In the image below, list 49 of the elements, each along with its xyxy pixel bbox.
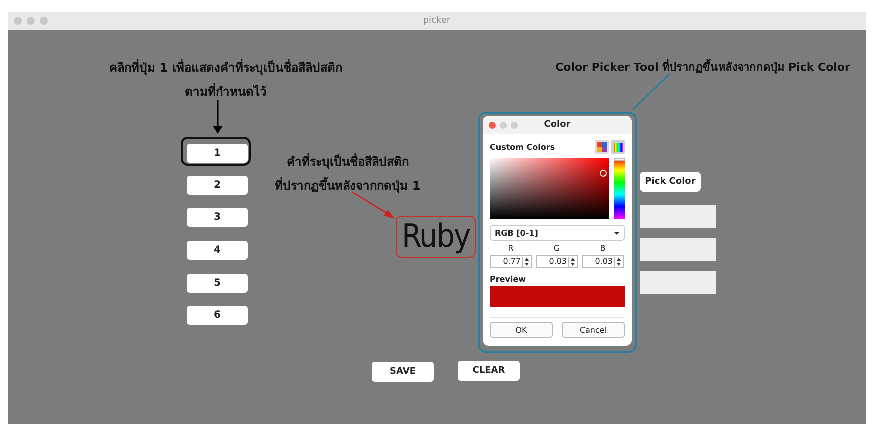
arrow — [213, 100, 223, 134]
mode-dropdown[interactable]: RGB [0-1] — [490, 225, 625, 241]
save-button[interactable]: SAVE — [372, 362, 434, 382]
minimize-dot-icon[interactable] — [27, 17, 35, 25]
leader-line — [632, 74, 670, 110]
zoom-dot-icon[interactable] — [40, 17, 48, 25]
number-button[interactable]: 4 — [187, 241, 248, 260]
annotation-text: ที่ปรากฏขึ้นหลังจากกดปุ่ม 1 — [258, 174, 438, 198]
number-button[interactable]: 2 — [187, 176, 248, 195]
minimize-dot-icon[interactable] — [500, 122, 507, 128]
close-dot-icon[interactable] — [14, 17, 22, 25]
number-button[interactable]: 1 — [187, 144, 248, 163]
spectrum-icon[interactable] — [611, 140, 625, 154]
stepper-icon[interactable] — [614, 256, 623, 266]
number-button[interactable]: 3 — [187, 208, 248, 227]
swatches-icon[interactable] — [595, 140, 609, 154]
dialog-title: Color — [544, 120, 571, 130]
number-button[interactable]: 5 — [187, 274, 248, 293]
window-title: picker — [423, 16, 451, 26]
section-label: Custom Colors — [490, 142, 556, 152]
channel-label: G — [554, 244, 560, 253]
zoom-dot-icon[interactable] — [511, 122, 518, 128]
annotation-text: Color Picker Tool ที่ปรากฏขึ้นหลังจากกดปุ่ม Pick Color — [554, 58, 852, 76]
hue-slider[interactable] — [614, 158, 625, 219]
annotation-text: คำที่ระบุเป็นชื่อสีลิปสติก — [286, 152, 410, 172]
channel-label: B — [600, 244, 606, 253]
stepper-icon[interactable] — [568, 256, 577, 266]
annotation-text: ตามที่กำหนดไว้ — [184, 82, 268, 101]
channel-label: R — [508, 244, 514, 253]
output-field[interactable] — [640, 205, 716, 228]
caret-icon — [614, 232, 620, 234]
annotation-text: คลิกที่ปุ่ม 1 เพื่อแสดงคำที่ระบุเป็นชื่อสีลิปสติก — [108, 58, 344, 78]
hue-thumb[interactable] — [614, 158, 625, 161]
color-name-label: Ruby — [396, 216, 476, 258]
preview-label: Preview — [490, 275, 528, 284]
stepper-icon[interactable] — [522, 256, 531, 266]
channel-spinner[interactable]: 0.77 — [490, 255, 532, 268]
output-field[interactable] — [640, 238, 716, 261]
color-marker-icon[interactable] — [600, 170, 607, 177]
cancel-button[interactable]: Cancel — [562, 322, 625, 338]
ok-button[interactable]: OK — [490, 322, 553, 338]
pick-color-button[interactable]: Pick Color — [640, 172, 701, 192]
channel-spinner[interactable]: 0.03 — [582, 255, 624, 268]
close-dot-icon[interactable] — [489, 122, 496, 128]
color-gradient-area[interactable] — [490, 158, 609, 219]
number-button[interactable]: 6 — [187, 306, 248, 325]
output-field[interactable] — [640, 271, 716, 294]
clear-button[interactable]: CLEAR — [458, 361, 520, 381]
channel-spinner[interactable]: 0.03 — [536, 255, 578, 268]
